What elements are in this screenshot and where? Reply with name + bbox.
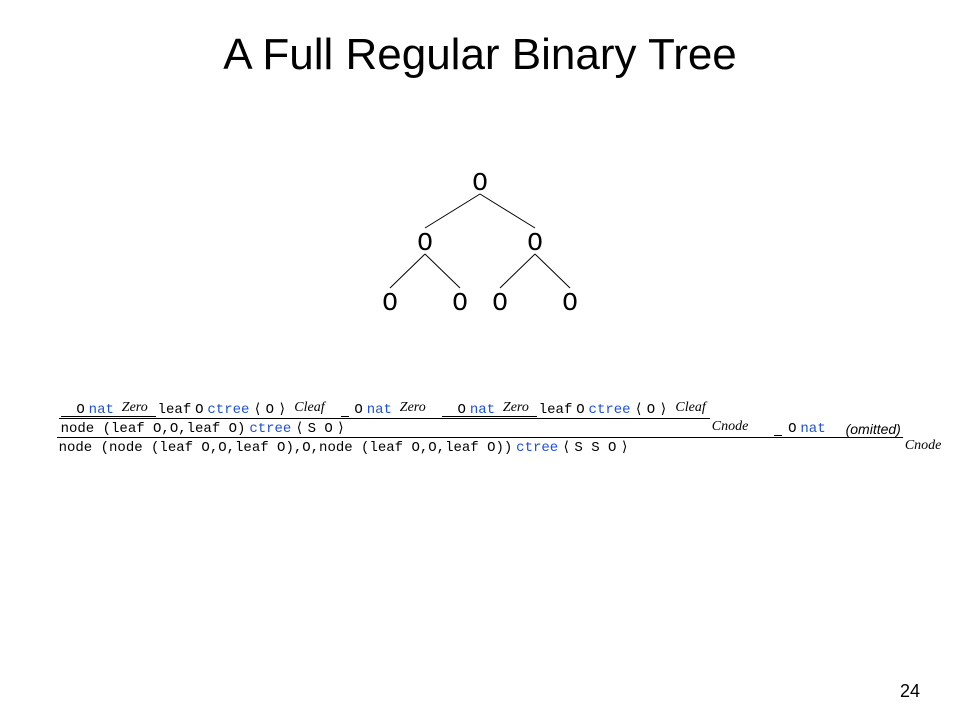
- tree-node-lr: O: [450, 288, 470, 318]
- omitted-label: (omitted): [846, 421, 901, 437]
- kw-nat: nat: [89, 402, 114, 418]
- kw-ctree: ctree: [207, 402, 249, 418]
- rule-cleaf: Cleaf: [294, 400, 324, 416]
- txt-leaf: leaf: [158, 402, 192, 418]
- tree-node-r: O: [525, 228, 545, 258]
- txt-O: O: [76, 402, 84, 418]
- slide-title: A Full Regular Binary Tree: [0, 30, 960, 80]
- binary-tree-diagram: O O O O O O O: [350, 170, 610, 340]
- rule-zero: Zero: [503, 400, 529, 416]
- rule-cleaf: Cleaf: [675, 400, 705, 416]
- rule-cnode: Cnode: [712, 419, 749, 435]
- rule-cnode-outer: Cnode: [905, 438, 942, 454]
- slide: A Full Regular Binary Tree O O O O O O O: [0, 0, 960, 720]
- tree-node-rl: O: [490, 288, 510, 318]
- final-inner: (node (leaf O,O,leaf O),O,node (leaf O,O…: [101, 440, 513, 456]
- tree-node-root: O: [470, 168, 490, 198]
- tree-node-l: O: [415, 228, 435, 258]
- rule-zero: Zero: [400, 400, 426, 416]
- tree-node-ll: O: [380, 288, 400, 318]
- page-number: 24: [900, 681, 920, 702]
- tree-node-rr: O: [560, 288, 580, 318]
- rule-zero: Zero: [122, 400, 148, 416]
- derivation-tree: O nat Zero: [100, 400, 900, 456]
